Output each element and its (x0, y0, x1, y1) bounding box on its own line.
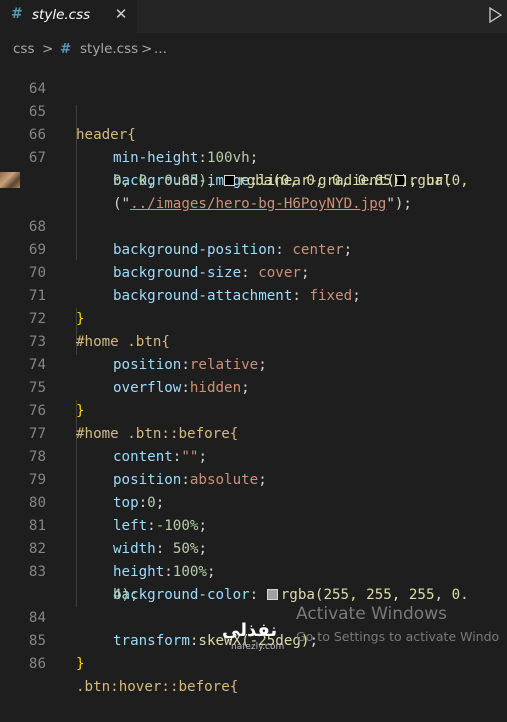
editor-tab-bar: # style.css ✕ (0, 0, 507, 33)
nafezly-logo: نفذلي (222, 620, 278, 641)
code-line: 67 background-image:linear-gradient(rgba… (0, 124, 507, 189)
code-line: 65 header{ (0, 78, 507, 143)
code-line: 69 background-size: cover; (0, 216, 507, 281)
code-line: 71 } (0, 262, 507, 327)
code-line: 73 position:relative; (0, 308, 507, 373)
code-editor[interactable]: 64 65 header{ 66 min-height:100vh; 67 ba… (0, 55, 507, 695)
code-line: 76 #home .btn::before{ (0, 377, 507, 442)
code-line-wrap: ("../images/hero-bg-H6PoyNYD.jpg"); (0, 170, 507, 212)
code-line: 82 height:100%; (0, 515, 507, 580)
code-line: 74 overflow:hidden; (0, 331, 507, 396)
code-line: 64 (0, 55, 507, 97)
code-line: 75 } (0, 354, 507, 419)
code-line-wrap: 4); (0, 561, 507, 603)
image-preview-thumbnail (0, 172, 20, 188)
activate-windows-subtitle: Go to Settings to activate Windo (296, 629, 500, 644)
code-line: 72 #home .btn{ (0, 285, 507, 350)
code-line: 80 left:-100%; (0, 469, 507, 534)
selector: .btn:hover::before{ (76, 679, 239, 695)
code-line: 68 background-position: center; (0, 193, 507, 258)
tab-label: style.css (32, 7, 91, 23)
code-line-wrap: 0, 0, 0.85), rgba(0, 0, 0, 0.85)), url (0, 147, 507, 189)
activate-windows-title: Activate Windows (296, 604, 447, 624)
run-icon[interactable] (488, 7, 502, 23)
brace: } (76, 656, 85, 672)
code-line: 77 content:""; (0, 400, 507, 465)
line-number: 86 (28, 656, 46, 672)
code-line: 70 background-attachment: fixed; (0, 239, 507, 304)
code-line: 83 background-color: rgba(255, 255, 255,… (0, 538, 507, 603)
css-file-icon: # (11, 6, 23, 22)
code-line: 78 position:absolute; (0, 423, 507, 488)
code-line: 66 min-height:100vh; (0, 101, 507, 166)
close-icon[interactable]: ✕ (112, 5, 130, 25)
tab-style-css[interactable]: # style.css ✕ (0, 0, 137, 33)
nafezly-logo-url: nafezly.com (231, 642, 285, 652)
code-line: 79 top:0; (0, 446, 507, 511)
code-line: 81 width: 50%; (0, 492, 507, 557)
